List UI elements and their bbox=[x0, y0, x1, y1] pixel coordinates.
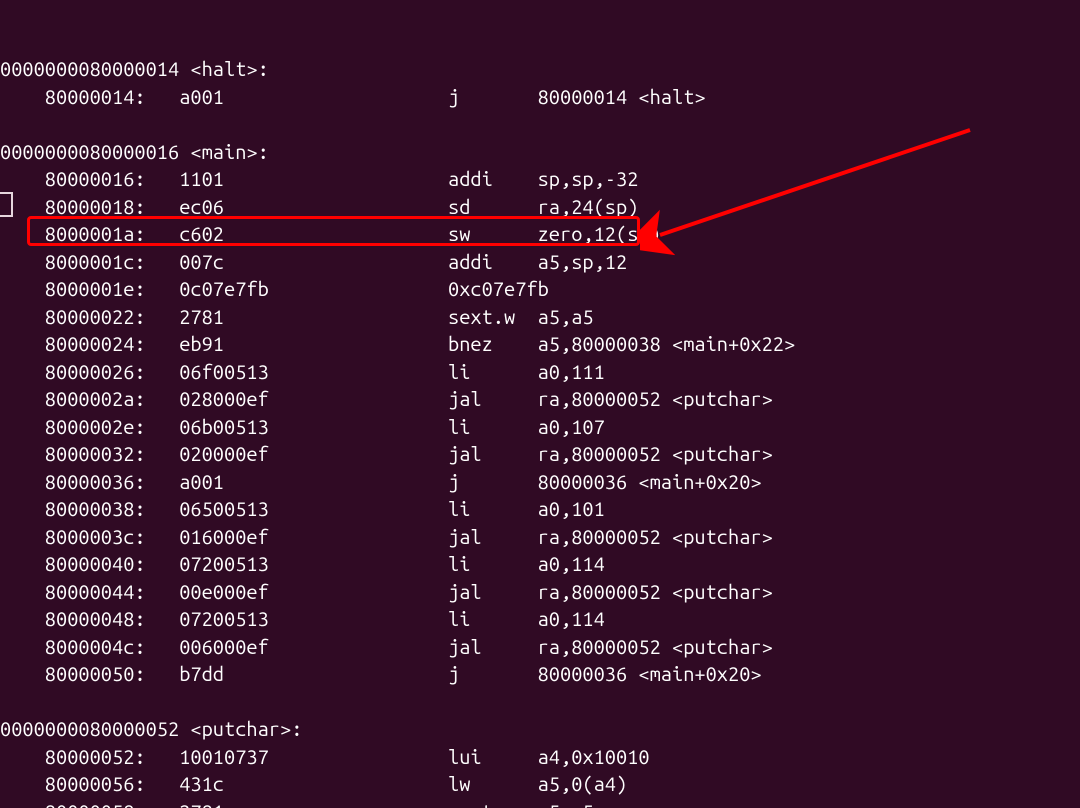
disasm-row: 80000058: 2781 sext.w a5,a5 bbox=[0, 798, 1080, 808]
disasm-row: 80000044: 00e000ef jal ra,80000052 <putc… bbox=[0, 578, 1080, 606]
disasm-row: 80000022: 2781 sext.w a5,a5 bbox=[0, 303, 1080, 331]
disasm-row: 8000001e: 0c07e7fb 0xc07e7fb bbox=[0, 275, 1080, 303]
disasm-row: 80000016: 1101 addi sp,sp,-32 bbox=[0, 165, 1080, 193]
disasm-row: 80000014: a001 j 80000014 <halt> bbox=[0, 83, 1080, 111]
blank-row bbox=[0, 688, 1080, 716]
terminal-cursor bbox=[0, 192, 13, 217]
disasm-row: 80000050: b7dd j 80000036 <main+0x20> bbox=[0, 660, 1080, 688]
disasm-row: 8000002a: 028000ef jal ra,80000052 <putc… bbox=[0, 385, 1080, 413]
disasm-row: 8000003c: 016000ef jal ra,80000052 <putc… bbox=[0, 523, 1080, 551]
disasm-row: 80000032: 020000ef jal ra,80000052 <putc… bbox=[0, 440, 1080, 468]
disassembly-listing: 0000000080000014 <halt>: 80000014: a001 … bbox=[0, 55, 1080, 808]
disasm-row: 80000048: 07200513 li a0,114 bbox=[0, 605, 1080, 633]
disasm-row: 8000001a: c602 sw zero,12(sp) bbox=[0, 220, 1080, 248]
disasm-row: 80000036: a001 j 80000036 <main+0x20> bbox=[0, 468, 1080, 496]
disasm-row: 8000004c: 006000ef jal ra,80000052 <putc… bbox=[0, 633, 1080, 661]
section-header: 0000000080000016 <main>: bbox=[0, 138, 1080, 166]
disasm-row: 80000038: 06500513 li a0,101 bbox=[0, 495, 1080, 523]
disasm-row: 80000026: 06f00513 li a0,111 bbox=[0, 358, 1080, 386]
terminal-screen: 0000000080000014 <halt>: 80000014: a001 … bbox=[0, 0, 1080, 808]
disasm-row: 80000052: 10010737 lui a4,0x10010 bbox=[0, 743, 1080, 771]
disasm-row: 80000024: eb91 bnez a5,80000038 <main+0x… bbox=[0, 330, 1080, 358]
disasm-row: 80000040: 07200513 li a0,114 bbox=[0, 550, 1080, 578]
disasm-row: 8000001c: 007c addi a5,sp,12 bbox=[0, 248, 1080, 276]
disasm-row: 8000002e: 06b00513 li a0,107 bbox=[0, 413, 1080, 441]
section-header: 0000000080000014 <halt>: bbox=[0, 55, 1080, 83]
disasm-row: 80000056: 431c lw a5,0(a4) bbox=[0, 770, 1080, 798]
disasm-row: 80000018: ec06 sd ra,24(sp) bbox=[0, 193, 1080, 221]
blank-row bbox=[0, 110, 1080, 138]
section-header: 0000000080000052 <putchar>: bbox=[0, 715, 1080, 743]
